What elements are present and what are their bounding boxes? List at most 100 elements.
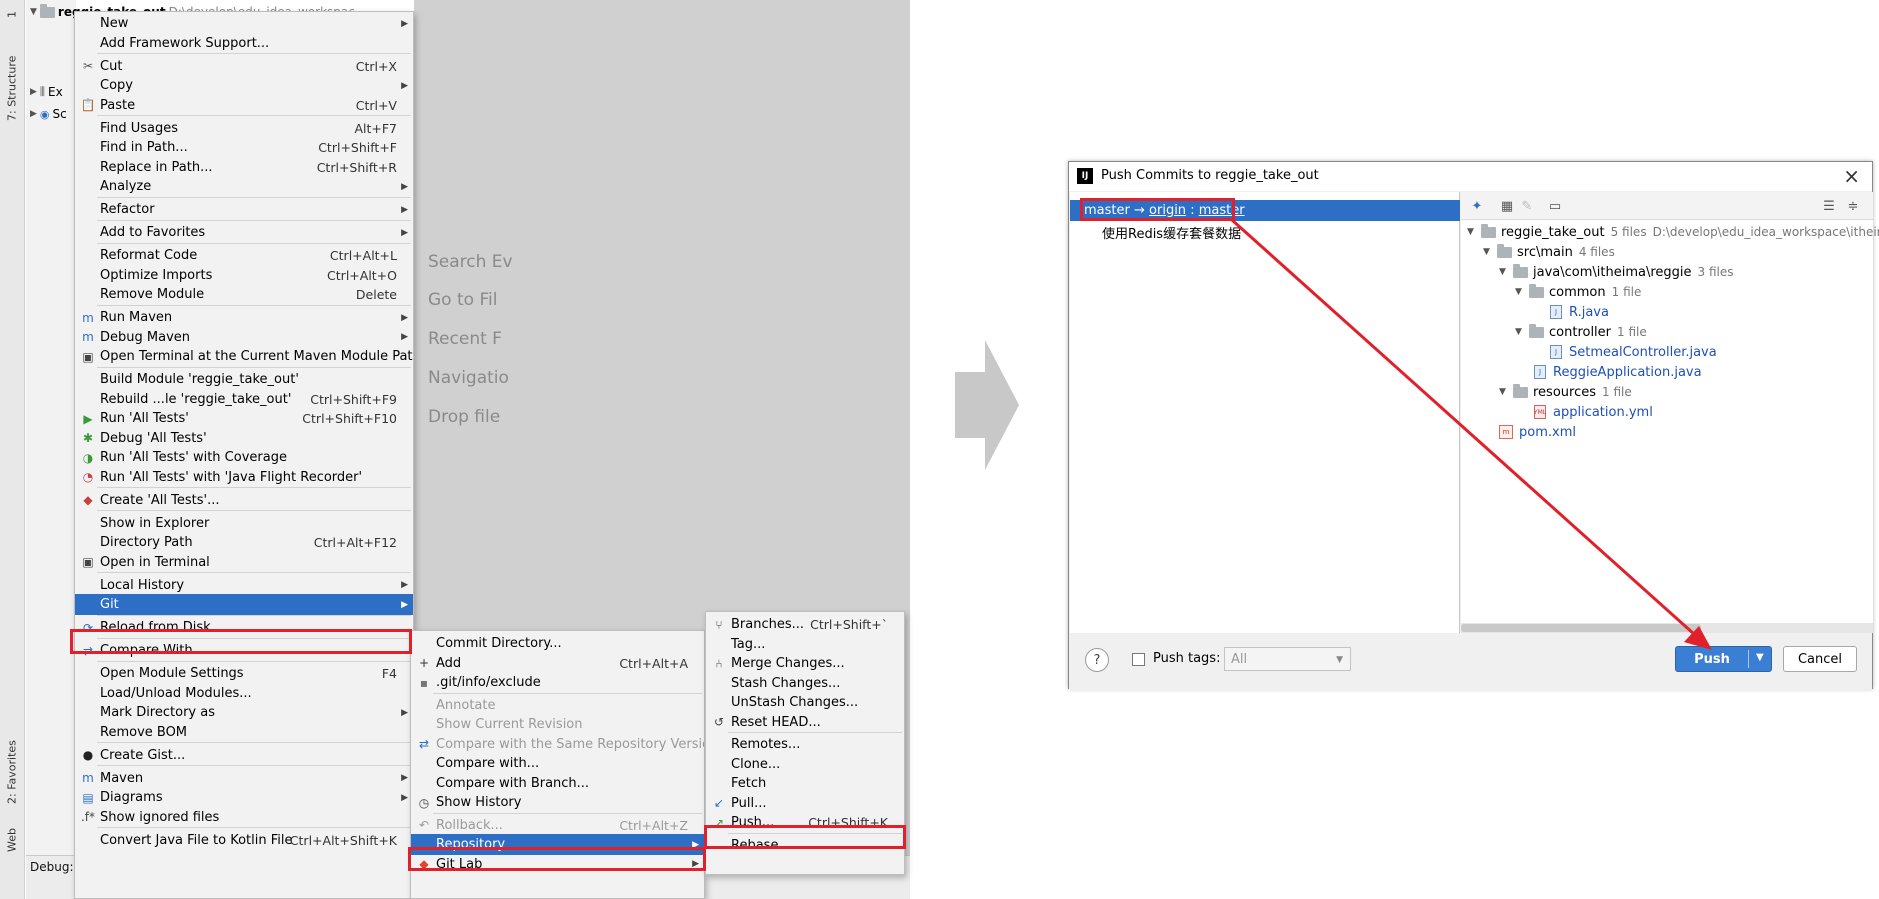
context-menu-item-paste[interactable]: 📋 Paste Ctrl+V (75, 95, 413, 116)
push-options-chevron-icon[interactable]: ▼ (1756, 652, 1764, 663)
preview-icon[interactable]: ▭ (1547, 198, 1563, 214)
tree-row-scratches[interactable]: ▶ ◉ Sc (30, 104, 67, 124)
context-menu-item-replace-in-path[interactable]: Replace in Path... Ctrl+Shift+R (75, 157, 413, 178)
branch-push-row[interactable]: master → origin : master (1070, 200, 1460, 221)
git-menu-item-add[interactable]: + Add Ctrl+Alt+A (411, 653, 704, 674)
vtab-structure[interactable]: 7: Structure (2, 48, 22, 128)
context-menu-item-run-maven[interactable]: m Run Maven ▶ (75, 307, 413, 328)
file-tree-row-r-java[interactable]: J R.java (1535, 302, 1609, 322)
repo-menu-item-reset-head[interactable]: ↺ Reset HEAD... (706, 712, 904, 733)
git-menu-item-commit-directory[interactable]: Commit Directory... (411, 633, 704, 654)
file-tree-row-resources[interactable]: ▼ resources 1 file (1499, 382, 1632, 402)
close-icon[interactable]: × (1843, 164, 1860, 188)
git-menu-item-annotate[interactable]: Annotate (411, 695, 704, 716)
diff-icon[interactable]: ✦ (1469, 198, 1485, 214)
repo-menu-item-branches[interactable]: ⑂ Branches... Ctrl+Shift+` (706, 614, 904, 635)
context-menu-item-compare-with[interactable]: ⇄ Compare With... (75, 640, 413, 661)
context-menu-item-open-module-settings[interactable]: Open Module Settings F4 (75, 663, 413, 684)
chevron-down-icon[interactable]: ▼ (1499, 267, 1511, 277)
context-menu-item-mark-directory-as[interactable]: Mark Directory as ▶ (75, 702, 413, 723)
push-tags-select[interactable]: All ▼ (1224, 647, 1351, 671)
chevron-down-icon[interactable]: ▼ (1467, 227, 1479, 237)
repo-menu-item-rebase[interactable]: Rebase... (706, 835, 904, 856)
context-menu-item-local-history[interactable]: Local History ▶ (75, 575, 413, 596)
context-menu-item-reformat-code[interactable]: Reformat Code Ctrl+Alt+L (75, 245, 413, 266)
context-menu-item-diagrams[interactable]: ▤ Diagrams ▶ (75, 787, 413, 808)
repo-menu-item-fetch[interactable]: Fetch (706, 773, 904, 794)
git-menu-item-show-history[interactable]: ◷ Show History (411, 792, 704, 813)
repo-menu-item-unstash-changes[interactable]: UnStash Changes... (706, 692, 904, 713)
context-menu-item-rebuild-le-reggie-take-out[interactable]: Rebuild ...le 'reggie_take_out' Ctrl+Shif… (75, 389, 413, 410)
context-menu-item-debug-maven[interactable]: m Debug Maven ▶ (75, 327, 413, 348)
expand-all-icon[interactable]: ☰ (1821, 198, 1837, 214)
repo-menu-item-stash-changes[interactable]: Stash Changes... (706, 673, 904, 694)
context-menu-item-analyze[interactable]: Analyze ▶ (75, 176, 413, 197)
file-tree-row-reggieapplication-java[interactable]: J ReggieApplication.java (1519, 362, 1702, 382)
vtab-favorites[interactable]: 2: Favorites (2, 730, 22, 814)
file-tree-row-pom-xml[interactable]: m pom.xml (1485, 422, 1576, 442)
repo-menu-item-clone[interactable]: Clone... (706, 754, 904, 775)
context-menu-item-convert-java-file-to-kotlin-file[interactable]: Convert Java File to Kotlin File Ctrl+Alt… (75, 830, 413, 851)
file-tree-row-common[interactable]: ▼ common 1 file (1515, 282, 1641, 302)
cancel-button[interactable]: Cancel (1783, 646, 1857, 672)
edit-source-icon[interactable]: ✎ (1519, 198, 1535, 214)
debug-tab[interactable]: Debug: (30, 860, 74, 874)
repo-menu-item-tag[interactable]: Tag... (706, 634, 904, 655)
context-menu-item-show-in-explorer[interactable]: Show in Explorer (75, 513, 413, 534)
context-menu-item-cut[interactable]: ✂ Cut Ctrl+X (75, 56, 413, 77)
file-tree-row-setmealcontroller-java[interactable]: J SetmealController.java (1535, 342, 1717, 362)
repo-menu-item-pull[interactable]: ↙ Pull... (706, 793, 904, 814)
chevron-down-icon[interactable]: ▼ (1515, 287, 1527, 297)
file-tree-row-src-main[interactable]: ▼ src\main 4 files (1483, 242, 1615, 262)
context-menu-item-debug-all-tests[interactable]: ✱ Debug 'All Tests' (75, 428, 413, 449)
file-tree-row-reggie-take-out[interactable]: ▼ reggie_take_out 5 files D:\develop\edu_id… (1467, 222, 1879, 242)
context-menu-item-copy[interactable]: Copy ▶ (75, 75, 413, 96)
context-menu-item-open-in-terminal[interactable]: ▣ Open in Terminal (75, 552, 413, 573)
target-branch-link[interactable]: master (1199, 203, 1245, 218)
context-menu-item-git[interactable]: Git ▶ (75, 594, 413, 615)
remote-name-link[interactable]: origin (1149, 203, 1186, 218)
git-menu-item-rollback[interactable]: ↶ Rollback... Ctrl+Alt+Z (411, 815, 704, 836)
context-menu-item-refactor[interactable]: Refactor ▶ (75, 199, 413, 220)
group-by-icon[interactable]: ▦ (1499, 198, 1515, 214)
push-button[interactable]: Push ▼ (1675, 646, 1772, 672)
files-horizontal-scrollbar[interactable] (1461, 623, 1873, 633)
git-menu-item-compare-with-the-same-repository-version[interactable]: ⇄ Compare with the Same Repository Versio… (411, 734, 704, 755)
repo-menu-item-remotes[interactable]: Remotes... (706, 734, 904, 755)
context-menu-item-remove-bom[interactable]: Remove BOM (75, 722, 413, 743)
context-menu-item-directory-path[interactable]: Directory Path Ctrl+Alt+F12 (75, 532, 413, 553)
context-menu-item-add-framework-support[interactable]: Add Framework Support... (75, 33, 413, 54)
context-menu-item-open-terminal-at-the-current-maven-module-path[interactable]: ▣ Open Terminal at the Current Maven Modu… (75, 346, 413, 367)
git-menu-item-show-current-revision[interactable]: Show Current Revision (411, 714, 704, 735)
help-button[interactable]: ? (1085, 648, 1109, 672)
context-menu-item-run-all-tests-with-coverage[interactable]: ◑ Run 'All Tests' with Coverage (75, 447, 413, 468)
context-menu-item-optimize-imports[interactable]: Optimize Imports Ctrl+Alt+O (75, 265, 413, 286)
context-menu-item-remove-module[interactable]: Remove Module Delete (75, 284, 413, 305)
chevron-down-icon[interactable]: ▼ (1483, 247, 1495, 257)
git-menu-item-git-lab[interactable]: ◆ Git Lab ▶ (411, 854, 704, 875)
context-menu-item-show-ignored-files[interactable]: .f* Show ignored files (75, 807, 413, 828)
commit-message-row[interactable]: 使用Redis缓存套餐数据 (1102, 223, 1241, 242)
context-menu-item-reload-from-disk[interactable]: ⟳ Reload from Disk (75, 617, 413, 638)
context-menu-item-add-to-favorites[interactable]: Add to Favorites ▶ (75, 222, 413, 243)
context-menu-item-build-module-reggie-take-out[interactable]: Build Module 'reggie_take_out' (75, 369, 413, 390)
file-tree-row-controller[interactable]: ▼ controller 1 file (1515, 322, 1647, 342)
context-menu-item-create-gist[interactable]: ● Create Gist... (75, 745, 413, 766)
git-menu-item-compare-with[interactable]: Compare with... (411, 753, 704, 774)
context-menu-item-new[interactable]: New ▶ (75, 13, 413, 34)
repo-menu-item-merge-changes[interactable]: ⑃ Merge Changes... (706, 653, 904, 674)
context-menu-item-find-usages[interactable]: Find Usages Alt+F7 (75, 118, 413, 139)
vtab-project[interactable]: 1 (2, 4, 22, 26)
vtab-web[interactable]: Web (2, 825, 22, 855)
context-menu-item-run-all-tests[interactable]: ▶ Run 'All Tests' Ctrl+Shift+F10 (75, 408, 413, 429)
repo-menu-item-push[interactable]: ↗ Push... Ctrl+Shift+K (706, 812, 904, 833)
file-tree-row-application-yml[interactable]: YML application.yml (1519, 402, 1653, 422)
git-menu-item-repository[interactable]: Repository ▶ (411, 834, 704, 855)
file-tree-row-java-com-itheima-reggie[interactable]: ▼ java\com\itheima\reggie 3 files (1499, 262, 1734, 282)
context-menu-item-maven[interactable]: m Maven ▶ (75, 768, 413, 789)
tree-row-external[interactable]: ▶ ⫼ Ex (30, 82, 63, 102)
chevron-down-icon[interactable]: ▼ (1515, 327, 1527, 337)
context-menu-item-load-unload-modules[interactable]: Load/Unload Modules... (75, 683, 413, 704)
push-tags-checkbox[interactable] (1132, 653, 1145, 666)
git-menu-item-compare-with-branch[interactable]: Compare with Branch... (411, 773, 704, 794)
